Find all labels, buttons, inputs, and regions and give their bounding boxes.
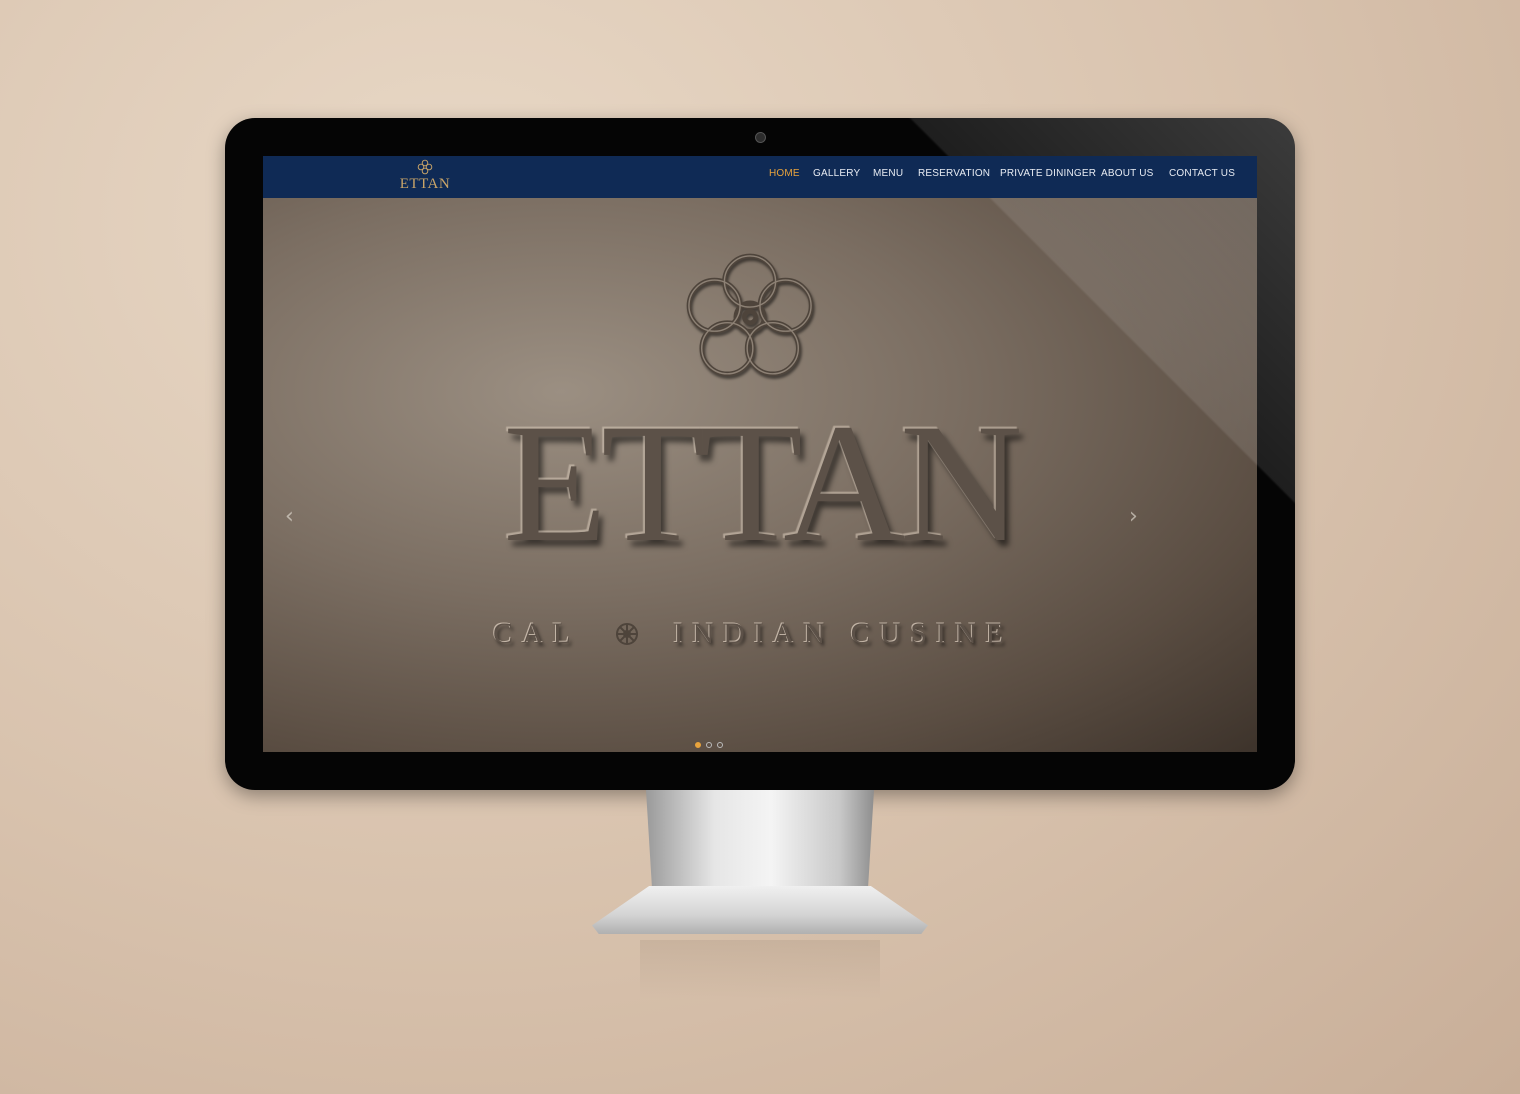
nav-contact-us[interactable]: CONTACT US [1169, 168, 1235, 179]
nav-menu[interactable]: MENU [873, 168, 903, 179]
monitor: ETTAN HOME GALLERY MENU RESERVATION PRIV… [225, 118, 1295, 790]
hero-subtitle: CAL INDIAN CUSINE [493, 614, 1013, 654]
slider-dots [695, 742, 723, 748]
flower-emblem-icon [686, 253, 814, 377]
hero-subtitle-left: CAL [493, 617, 580, 650]
navbar: ETTAN HOME GALLERY MENU RESERVATION PRIV… [263, 156, 1257, 198]
flower-logo-icon [417, 159, 433, 175]
logo-text: ETTAN [399, 176, 451, 192]
camera-icon [755, 132, 766, 143]
nav-about-us[interactable]: ABOUT US [1101, 168, 1154, 179]
stand-reflection [640, 940, 880, 1000]
flower-ornament-icon [615, 623, 638, 645]
monitor-stand [592, 790, 928, 940]
website-screen: ETTAN HOME GALLERY MENU RESERVATION PRIV… [263, 156, 1257, 752]
hero-slider: ETTAN CAL INDIAN CUSINE ‹ › [263, 198, 1257, 752]
hero-subtitle-right: INDIAN CUSINE [673, 617, 1013, 650]
prev-slide-button[interactable]: ‹ [285, 504, 294, 529]
stand-neck [646, 790, 874, 902]
slider-dot[interactable] [706, 742, 712, 748]
hero-title: ETTAN [503, 389, 1022, 577]
nav-home[interactable]: HOME [769, 168, 800, 179]
nav-private-dining[interactable]: PRIVATE DININGER [1000, 168, 1096, 179]
stand-base [592, 886, 928, 934]
site-logo[interactable]: ETTAN [399, 159, 451, 195]
nav-gallery[interactable]: GALLERY [813, 168, 860, 179]
slider-dot[interactable] [695, 742, 701, 748]
next-slide-button[interactable]: › [1129, 504, 1138, 529]
slider-dot[interactable] [717, 742, 723, 748]
nav-reservation[interactable]: RESERVATION [918, 168, 990, 179]
